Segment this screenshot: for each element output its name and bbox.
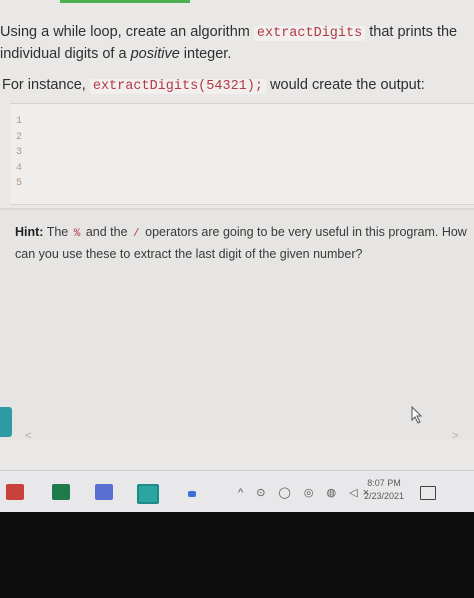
example-line: For instance, extractDigits(54321); woul… [2,77,472,94]
example-text: would create the output: [270,77,425,93]
mouse-cursor-icon [411,406,423,424]
output-line: 5 [16,178,23,189]
app-icon-2[interactable] [137,484,159,504]
taskbar-indicator [188,491,196,497]
office-icon[interactable] [6,484,24,500]
notification-icon[interactable] [420,486,436,500]
output-line: 1 [16,116,23,127]
app-icon[interactable] [95,484,113,500]
statement-text: that prints the [369,24,458,40]
statement-text: integer. [183,46,232,62]
tray-icons[interactable]: ^ ⊙ ◯ ◎ ◍ ◁× [238,486,374,499]
clock-date: 2/23/2021 [363,491,405,501]
statement-text: individual digits of a [0,46,127,62]
browser-page: Using a while loop, create an algorithm … [0,0,474,480]
side-panel-tab[interactable] [0,407,12,437]
excel-icon[interactable] [52,484,70,500]
taskbar-clock[interactable]: 8:07 PM 2/23/2021 [360,477,408,503]
statement-text: Using a while loop, create an algorithm [0,24,250,40]
division-operator-code: / [133,228,140,240]
output-line: 3 [16,147,23,158]
output-line: 2 [16,131,23,143]
windows-taskbar: ^ ⊙ ◯ ◎ ◍ ◁× 8:07 PM 2/23/2021 [0,470,474,513]
statement-line-2: individual digits of a positive integer. [0,44,470,65]
hint-panel: Hint: The % and the / operators are goin… [0,208,474,440]
example-code: extractDigits(54321); [89,79,266,94]
hint-label: Hint: [15,225,44,239]
example-text: For instance, [2,77,86,93]
header-accent-bar [60,0,190,3]
hint-text-part: and the [85,225,128,239]
emphasis-text: positive [130,46,180,62]
statement-line-1: Using a while loop, create an algorithm … [0,22,470,44]
function-name-code: extractDigits [253,26,366,41]
scroll-right-arrow[interactable]: > [452,430,458,442]
example-output-box: 1 2 3 4 5 [10,103,474,205]
problem-statement: Using a while loop, create an algorithm … [0,22,470,65]
modulo-operator-code: % [73,228,81,240]
hint-text-part: operators are going to be very useful in… [15,225,467,261]
output-line: 4 [16,162,23,174]
hint-text-part: The [46,225,69,239]
scroll-left-arrow[interactable]: < [25,430,31,442]
output-list: 1 2 3 4 5 [16,114,474,192]
clock-time: 8:07 PM [367,478,401,488]
monitor-bezel [0,512,474,598]
hint-text: Hint: The % and the / operators are goin… [15,222,470,264]
